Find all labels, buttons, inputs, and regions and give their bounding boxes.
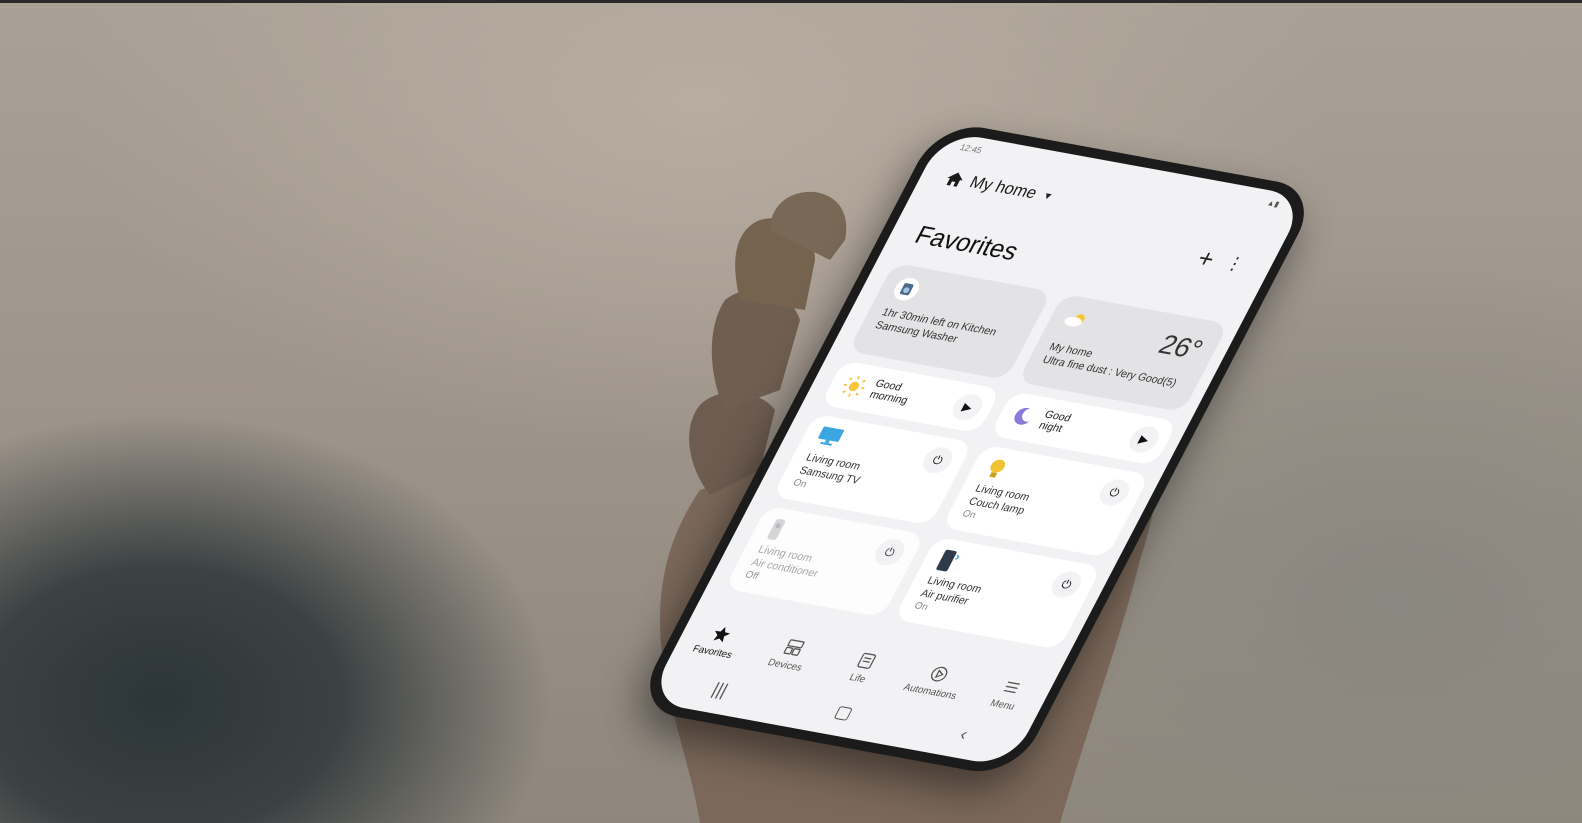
air-purifier-icon: [936, 549, 960, 572]
power-button[interactable]: ⏻: [917, 444, 958, 476]
tv-icon: [818, 426, 845, 446]
device-label: Living room Couch lamp On: [959, 482, 1034, 531]
partly-cloudy-icon: [1059, 307, 1093, 333]
moon-icon: [1014, 407, 1030, 425]
devices-icon: [780, 636, 808, 658]
temperature: 26°: [1153, 329, 1209, 365]
life-icon: [853, 649, 881, 671]
add-button[interactable]: +: [1192, 243, 1221, 273]
nav-label: Devices: [765, 656, 805, 674]
device-card-lamp[interactable]: ⏻ Living room Couch lamp On: [941, 444, 1151, 558]
device-label: Living room Air conditioner Off: [742, 543, 828, 594]
star-icon: [708, 623, 736, 645]
recent-apps-icon[interactable]: |||: [709, 679, 732, 701]
scene-label: Good morning: [867, 378, 915, 407]
nav-favorites[interactable]: Favorites: [677, 619, 759, 663]
sun-icon: [842, 376, 866, 397]
automations-icon: [925, 663, 953, 685]
play-button[interactable]: ▶: [1124, 424, 1164, 455]
device-label: Living room Air purifier On: [911, 574, 984, 622]
photo-scene: 12:45 ▲▮ My home ▼ + ⋮ Favorites 1hr 30m…: [0, 0, 1582, 823]
washer-icon: [889, 276, 924, 303]
back-icon[interactable]: ‹: [956, 724, 972, 744]
washer-status-text: 1hr 30min left on Kitchen Samsung Washer: [872, 306, 999, 346]
menu-icon: [998, 676, 1026, 698]
signal-battery-icon: ▲▮: [1265, 198, 1282, 209]
nav-label: Favorites: [690, 643, 735, 661]
home-icon: [946, 172, 963, 187]
power-button[interactable]: ⏻: [1094, 477, 1135, 508]
page-title: Favorites: [910, 219, 1024, 266]
device-card-purifier[interactable]: ⏻ Living room Air purifier On: [893, 536, 1103, 650]
device-card-tv[interactable]: ⏻ Living room Samsung TV On: [772, 413, 974, 526]
header-actions: + ⋮: [1192, 243, 1249, 277]
air-conditioner-icon: [767, 518, 786, 540]
scene-label: Good night: [1037, 409, 1074, 436]
lamp-icon: [989, 459, 1006, 478]
device-label: Living room Samsung TV On: [790, 451, 869, 500]
nav-menu[interactable]: Menu: [967, 672, 1049, 716]
nav-label: Automations: [901, 681, 959, 702]
nav-life[interactable]: Life: [822, 645, 904, 689]
chevron-down-icon: ▼: [1040, 190, 1056, 203]
nav-automations[interactable]: Automations: [895, 659, 977, 703]
power-button[interactable]: ⏻: [869, 536, 910, 568]
nav-label: Life: [847, 671, 868, 685]
home-selector[interactable]: My home ▼: [941, 167, 1058, 208]
status-time: 12:45: [958, 142, 984, 156]
home-name: My home: [966, 172, 1041, 203]
weather-card[interactable]: 26° My home Ultra fine dust : Very Good(…: [1017, 293, 1229, 413]
power-button[interactable]: ⏻: [1046, 569, 1087, 600]
more-options-icon[interactable]: ⋮: [1222, 253, 1248, 274]
washer-card[interactable]: 1hr 30min left on Kitchen Samsung Washer: [847, 262, 1053, 380]
nav-devices[interactable]: Devices: [750, 632, 832, 676]
nav-label: Menu: [988, 697, 1017, 713]
home-button-icon[interactable]: ▢: [831, 701, 856, 723]
device-card-ac[interactable]: ⏻ Living room Air conditioner Off: [724, 505, 926, 618]
play-button[interactable]: ▶: [947, 391, 988, 423]
